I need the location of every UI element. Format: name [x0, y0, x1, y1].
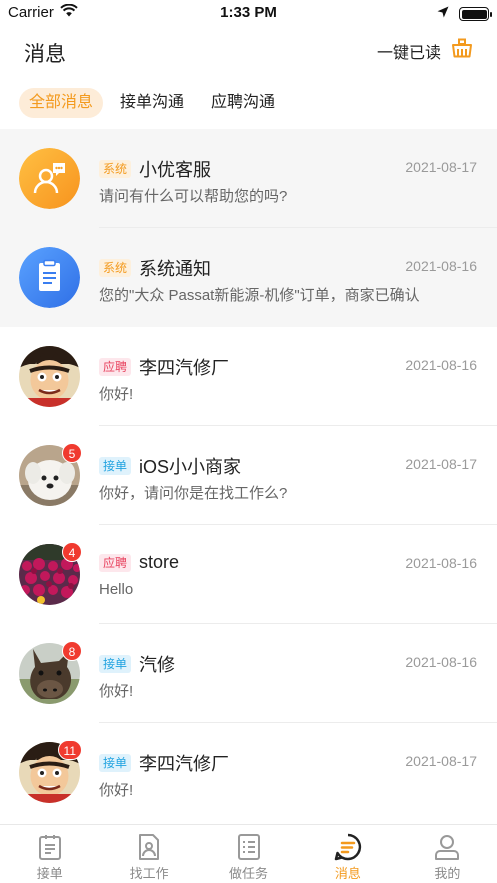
tabbar-label: 接单 — [36, 866, 63, 881]
tabbar-item-tasks[interactable]: 做任务 — [199, 825, 298, 883]
message-date: 2021-08-16 — [405, 258, 477, 274]
person-icon — [398, 833, 497, 861]
tabbar-item-find-job[interactable]: 找工作 — [99, 825, 198, 883]
tag-badge: 应聘 — [99, 358, 132, 376]
message-date: 2021-08-17 — [405, 456, 477, 472]
status-bar-right — [437, 5, 492, 23]
page-title: 消息 — [24, 43, 66, 66]
tabbar-label: 找工作 — [129, 866, 169, 881]
cartoon-pirate-avatar — [19, 346, 80, 407]
message-icon — [298, 833, 397, 861]
unread-badge: 5 — [62, 443, 82, 463]
task-list-icon — [199, 833, 298, 861]
tabbar-label: 消息 — [334, 866, 361, 881]
contact-name: iOS小小商家 — [139, 457, 242, 477]
message-filter-tabs: 全部消息 接单沟通 应聘沟通 — [0, 85, 497, 121]
message-preview: 你好! — [99, 386, 134, 403]
message-title-line: 应聘 store — [99, 552, 179, 573]
message-title-line: 系统 系统通知 — [99, 255, 211, 281]
unread-badge: 4 — [62, 542, 82, 562]
avatar — [19, 148, 80, 209]
contact-name: 汽修 — [139, 655, 176, 675]
message-preview: 您的"大众 Passat新能源-机修"订单，商家已确认 — [99, 287, 420, 304]
resume-icon — [99, 833, 198, 861]
tabbar-item-profile[interactable]: 我的 — [398, 825, 497, 883]
tag-badge: 应聘 — [99, 553, 132, 572]
customer-service-avatar — [19, 148, 80, 209]
message-list: 系统 小优客服 2021-08-17 请问有什么可以帮助您的吗? 系统 系统通知… — [0, 129, 497, 822]
tag-badge: 系统 — [99, 259, 132, 277]
message-preview: 你好，请问你是在找工作么? — [99, 485, 288, 502]
contact-name: 系统通知 — [139, 259, 212, 279]
tabbar-item-orders[interactable]: 接单 — [0, 825, 99, 883]
contact-name: 李四汽修厂 — [139, 754, 230, 774]
tabbar-label: 我的 — [434, 866, 461, 881]
message-preview: 你好! — [99, 782, 134, 799]
message-row[interactable]: 应聘 李四汽修厂 2021-08-16 你好! — [0, 327, 497, 426]
tag-badge: 系统 — [99, 160, 132, 178]
battery-icon — [459, 7, 492, 21]
message-date: 2021-08-16 — [405, 555, 477, 571]
message-row[interactable]: 系统 系统通知 2021-08-16 您的"大众 Passat新能源-机修"订单… — [0, 228, 497, 327]
message-preview: 请问有什么可以帮助您的吗? — [99, 188, 288, 205]
clock: 1:33 PM — [220, 4, 277, 21]
contact-name: 李四汽修厂 — [139, 358, 230, 378]
unread-badge: 11 — [57, 740, 82, 760]
header: 消息 一键已读 — [0, 26, 497, 78]
avatar: 11 — [19, 740, 82, 803]
message-title-line: 系统 小优客服 — [99, 156, 211, 182]
contact-name: 小优客服 — [139, 160, 212, 180]
tag-badge: 接单 — [99, 457, 132, 475]
avatar: 8 — [19, 641, 82, 704]
tab-recruit-chat[interactable]: 应聘沟通 — [201, 88, 285, 118]
system-notice-avatar — [19, 247, 80, 308]
clipboard-icon — [0, 833, 99, 861]
avatar: 5 — [19, 443, 82, 506]
message-title-line: 接单 李四汽修厂 — [99, 750, 229, 776]
message-row[interactable]: 5 接单 iOS小小商家 2021-08-17 你好，请问你是在找工作么? — [0, 426, 497, 525]
message-date: 2021-08-16 — [405, 654, 477, 670]
bottom-tab-bar: 接单 找工作 做任务 消息 我的 — [0, 824, 497, 883]
avatar — [19, 247, 80, 308]
avatar — [19, 346, 80, 407]
message-title-line: 应聘 李四汽修厂 — [99, 354, 229, 380]
avatar: 4 — [19, 542, 82, 605]
message-date: 2021-08-17 — [405, 753, 477, 769]
tabbar-label: 做任务 — [229, 866, 269, 881]
message-row[interactable]: 4 应聘 store 2021-08-16 Hello — [0, 525, 497, 624]
message-row[interactable]: 系统 小优客服 2021-08-17 请问有什么可以帮助您的吗? — [0, 129, 497, 228]
message-row[interactable]: 11 接单 李四汽修厂 2021-08-17 你好! — [0, 723, 497, 822]
status-bar: Carrier 1:33 PM — [0, 0, 497, 26]
message-title-line: 接单 汽修 — [99, 651, 175, 677]
tag-badge: 接单 — [99, 655, 132, 673]
mark-all-read-label: 一键已读 — [376, 44, 441, 62]
tabbar-item-messages[interactable]: 消息 — [298, 825, 397, 883]
tag-badge: 接单 — [99, 754, 132, 772]
message-preview: Hello — [99, 581, 134, 598]
location-arrow-icon — [437, 5, 449, 23]
message-date: 2021-08-16 — [405, 357, 477, 373]
message-row[interactable]: 8 接单 汽修 2021-08-16 你好! — [0, 624, 497, 723]
message-title-line: 接单 iOS小小商家 — [99, 453, 241, 479]
tab-order-chat[interactable]: 接单沟通 — [110, 88, 194, 118]
message-date: 2021-08-17 — [405, 159, 477, 175]
tab-all-messages[interactable]: 全部消息 — [19, 88, 104, 118]
broom-icon — [451, 38, 473, 63]
contact-name: store — [139, 552, 180, 572]
mark-all-read-button[interactable]: 一键已读 — [377, 38, 473, 63]
unread-badge: 8 — [62, 641, 82, 661]
message-preview: 你好! — [99, 683, 134, 700]
